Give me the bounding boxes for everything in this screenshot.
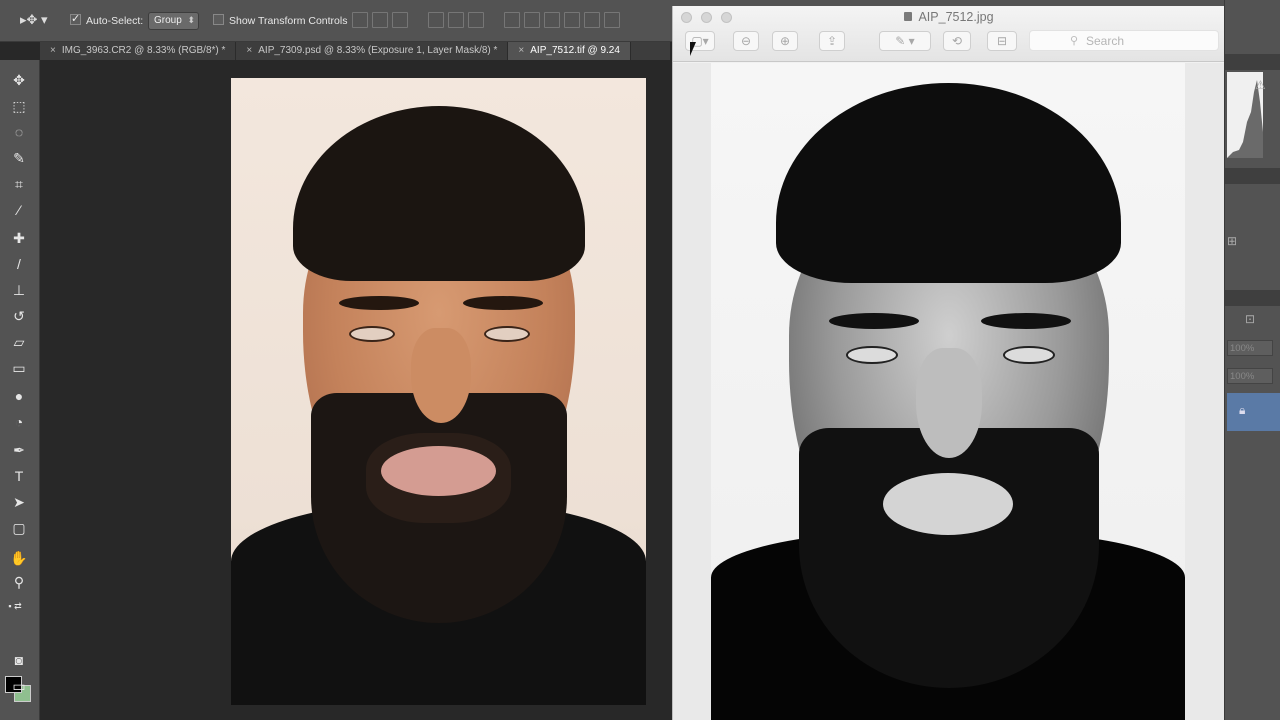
search-icon: ⚲ — [1070, 35, 1079, 47]
desktop: ▸✥ ▾ Auto-Select: Group Show Transform C… — [0, 0, 1280, 720]
color-portrait-image — [231, 78, 646, 705]
toolbox-icon[interactable]: ⊟ — [987, 31, 1017, 51]
show-transform-checkbox[interactable] — [213, 14, 224, 25]
brush-icon[interactable]: / — [8, 254, 30, 274]
mouse-cursor — [690, 42, 702, 56]
align-vcenter-icon[interactable] — [372, 12, 388, 28]
bw-portrait-image — [711, 63, 1185, 720]
quick-mask-icon[interactable]: ◙ — [8, 650, 30, 670]
search-input[interactable]: ⚲ Search — [1029, 30, 1219, 51]
tool-preset-picker[interactable]: ▸✥ ▾ — [20, 12, 56, 30]
panels-dock: ⚠ ⊞ ⊡ 100% 100% 🔒︎ — [1224, 0, 1280, 720]
show-transform-label: Show Transform Controls — [229, 15, 348, 27]
tab-aip-7309[interactable]: × AIP_7309.psd @ 8.33% (Exposure 1, Layer… — [236, 42, 509, 60]
align-right-icon[interactable] — [468, 12, 484, 28]
align-bottom-icon[interactable] — [392, 12, 408, 28]
opacity-field[interactable]: 100% — [1227, 340, 1273, 356]
share-icon[interactable]: ⇪ — [819, 31, 845, 51]
lasso-icon[interactable]: ◌ — [8, 122, 30, 142]
marquee-icon[interactable]: ⬚ — [8, 96, 30, 116]
histogram-panel-header[interactable] — [1225, 54, 1280, 70]
clone-stamp-icon[interactable]: ⊥ — [8, 280, 30, 300]
preview-sidebar — [673, 63, 711, 720]
auto-select-checkbox[interactable] — [70, 12, 81, 25]
distribute-right-icon[interactable] — [604, 12, 620, 28]
grid-icon[interactable]: ⊞ — [1227, 234, 1237, 248]
eraser-icon[interactable]: ▱ — [8, 332, 30, 352]
tools-panel: ✥ ⬚ ◌ ✎ ⌗ ⁄ ✚ / ⊥ ↺ ▱ ▭ ● ◔ ✒ T ➤ ▢ ✋ ⚲ … — [0, 60, 40, 720]
tab-img-3963[interactable]: × IMG_3963.CR2 @ 8.33% (RGB/8*) * — [40, 42, 237, 60]
preview-window: AIP_7512.jpg ▢▾ ⊖ ⊕ ⇪ ✎ ▾ ⟲ ⊟ ⚲ Search — [672, 6, 1225, 720]
type-icon[interactable]: T — [8, 466, 30, 486]
markup-pen-icon[interactable]: ✎ ▾ — [879, 31, 931, 51]
distribute-bottom-icon[interactable] — [544, 12, 560, 28]
auto-select-label: Auto-Select: — [86, 15, 144, 27]
auto-select-target-dropdown[interactable]: Group — [148, 12, 199, 30]
preview-title: AIP_7512.jpg — [673, 10, 1225, 24]
layers-panel-header[interactable] — [1225, 290, 1280, 306]
screen-mode-icon[interactable]: ▭ — [8, 676, 30, 696]
default-colors-icon[interactable]: ▪ ⇄ — [4, 596, 26, 616]
close-tab-icon[interactable]: × — [518, 45, 524, 60]
zoom-icon[interactable]: ⚲ — [8, 572, 30, 592]
zoom-out-icon[interactable]: ⊖ — [733, 31, 759, 51]
align-top-icon[interactable] — [352, 12, 368, 28]
adjustments-panel-header[interactable] — [1225, 168, 1280, 184]
hand-icon[interactable]: ✋ — [8, 548, 30, 568]
healing-brush-icon[interactable]: ✚ — [8, 228, 30, 248]
document-tabs: × IMG_3963.CR2 @ 8.33% (RGB/8*) * × AIP_73… — [40, 42, 670, 60]
rotate-icon[interactable]: ⟲ — [943, 31, 971, 51]
dodge-icon[interactable]: ◔ — [8, 412, 30, 432]
distribute-vcenter-icon[interactable] — [524, 12, 540, 28]
crop-icon[interactable]: ⌗ — [8, 174, 30, 194]
move-icon[interactable]: ✥ — [8, 70, 30, 90]
align-hcenter-icon[interactable] — [448, 12, 464, 28]
zoom-in-icon[interactable]: ⊕ — [772, 31, 798, 51]
history-brush-icon[interactable]: ↺ — [8, 306, 30, 326]
tab-aip-7512[interactable]: × AIP_7512.tif @ 9.24 — [508, 42, 631, 60]
align-controls — [352, 12, 620, 30]
close-tab-icon[interactable]: × — [50, 45, 56, 60]
distribute-hcenter-icon[interactable] — [584, 12, 600, 28]
distribute-top-icon[interactable] — [504, 12, 520, 28]
gradient-icon[interactable]: ▭ — [8, 358, 30, 378]
align-left-icon[interactable] — [428, 12, 444, 28]
preview-titlebar: AIP_7512.jpg ▢▾ ⊖ ⊕ ⇪ ✎ ▾ ⟲ ⊟ ⚲ Search — [673, 6, 1225, 62]
lock-icon[interactable]: ⊡ — [1245, 312, 1255, 326]
preview-right-margin — [1185, 63, 1225, 720]
quick-select-icon[interactable]: ✎ — [8, 148, 30, 168]
document-icon — [904, 12, 913, 21]
path-select-icon[interactable]: ➤ — [8, 492, 30, 512]
eyedropper-icon[interactable]: ⁄ — [8, 200, 30, 220]
layer-lock-icon: 🔒︎ — [1239, 403, 1246, 417]
rectangle-icon[interactable]: ▢ — [8, 518, 30, 538]
selected-layer-row[interactable]: 🔒︎ — [1227, 393, 1280, 431]
fill-field[interactable]: 100% — [1227, 368, 1273, 384]
warning-icon[interactable]: ⚠ — [1255, 78, 1266, 92]
distribute-left-icon[interactable] — [564, 12, 580, 28]
pen-icon[interactable]: ✒ — [8, 440, 30, 460]
blur-icon[interactable]: ● — [8, 386, 30, 406]
document-canvas[interactable] — [40, 60, 672, 720]
close-tab-icon[interactable]: × — [246, 45, 252, 60]
